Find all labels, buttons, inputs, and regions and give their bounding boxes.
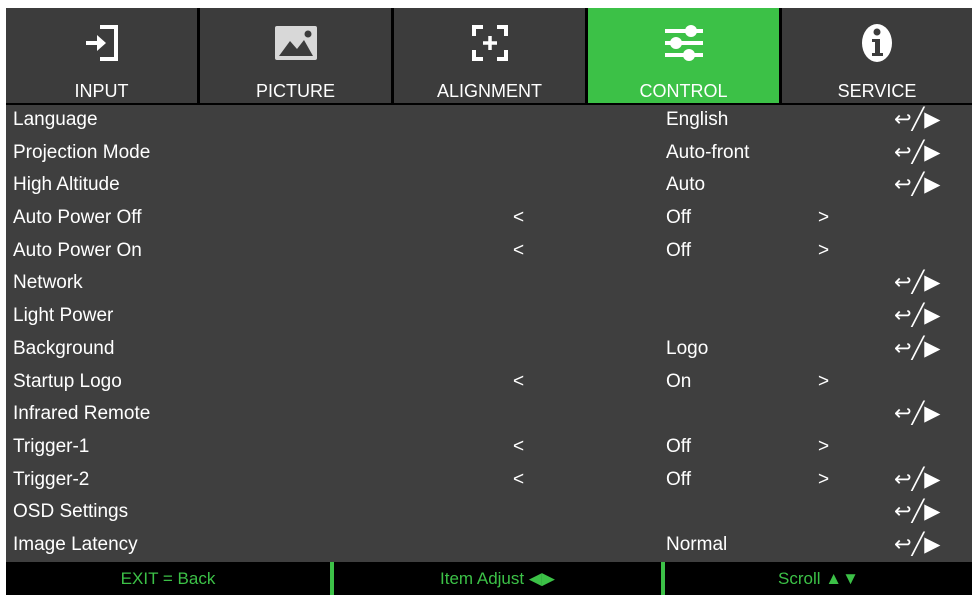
menu-list: Language English ↩╱▶ Projection Mode Aut… — [6, 105, 972, 562]
right-arrow[interactable]: > — [818, 436, 829, 458]
menu-row-high-altitude[interactable]: High Altitude Auto ↩╱▶ — [6, 170, 972, 203]
alignment-icon — [394, 22, 585, 64]
left-arrow[interactable]: < — [513, 240, 524, 262]
enter-icon[interactable]: ↩╱▶ — [894, 140, 940, 165]
menu-row-trigger-1[interactable]: Trigger-1 < Off > — [6, 432, 972, 465]
row-label: Trigger-2 — [13, 468, 90, 490]
row-value: Logo — [666, 337, 709, 359]
row-label: Background — [13, 337, 115, 359]
menu-row-infrared-remote[interactable]: Infrared Remote ↩╱▶ — [6, 399, 972, 432]
row-value: Off — [666, 207, 691, 229]
row-label: High Altitude — [13, 174, 120, 196]
menu-row-projection-mode[interactable]: Projection Mode Auto-front ↩╱▶ — [6, 138, 972, 171]
enter-icon[interactable]: ↩╱▶ — [894, 467, 940, 492]
input-icon — [6, 22, 197, 64]
enter-icon[interactable]: ↩╱▶ — [894, 532, 940, 557]
left-arrow[interactable]: < — [513, 207, 524, 229]
row-value: Normal — [666, 533, 728, 555]
menu-row-osd-settings[interactable]: OSD Settings ↩╱▶ — [6, 497, 972, 530]
tab-picture-label: PICTURE — [255, 81, 335, 101]
row-value: English — [666, 109, 729, 130]
enter-icon[interactable]: ↩╱▶ — [894, 401, 940, 426]
left-arrow[interactable]: < — [513, 371, 524, 393]
tab-bar: INPUT PICTURE ALIGNMENT CONTROL SERVICE — [6, 8, 972, 103]
row-label: Trigger-1 — [13, 435, 90, 457]
picture-icon — [200, 22, 391, 64]
row-value: On — [666, 370, 692, 392]
menu-row-startup-logo[interactable]: Startup Logo < On > — [6, 367, 972, 400]
enter-icon[interactable]: ↩╱▶ — [894, 270, 940, 295]
osd-menu: INPUT PICTURE ALIGNMENT CONTROL SERVICE … — [6, 8, 972, 595]
menu-row-language[interactable]: Language English ↩╱▶ — [6, 105, 972, 138]
menu-row-network[interactable]: Network ↩╱▶ — [6, 268, 972, 301]
menu-row-auto-power-off[interactable]: Auto Power Off < Off > — [6, 203, 972, 236]
tab-input-label: INPUT — [74, 81, 129, 101]
row-label: Infrared Remote — [13, 403, 151, 425]
footer-exit-hint: EXIT = Back — [120, 569, 216, 588]
menu-row-trigger-2[interactable]: Trigger-2 < Off > ↩╱▶ — [6, 465, 972, 498]
tab-alignment[interactable]: ALIGNMENT — [394, 8, 585, 103]
enter-icon[interactable]: ↩╱▶ — [894, 303, 940, 328]
right-arrow[interactable]: > — [818, 207, 829, 229]
right-arrow[interactable]: > — [818, 371, 829, 393]
left-arrow[interactable]: < — [513, 469, 524, 491]
right-arrow[interactable]: > — [818, 240, 829, 262]
enter-icon[interactable]: ↩╱▶ — [894, 172, 940, 197]
right-arrow[interactable]: > — [818, 469, 829, 491]
row-label: OSD Settings — [13, 501, 129, 523]
enter-icon[interactable]: ↩╱▶ — [894, 499, 940, 524]
tab-control-label: CONTROL — [639, 81, 728, 101]
tab-alignment-label: ALIGNMENT — [436, 81, 542, 101]
row-label: Image Latency — [13, 533, 138, 555]
menu-row-light-power[interactable]: Light Power ↩╱▶ — [6, 301, 972, 334]
row-label: Language — [13, 109, 98, 130]
menu-row-background[interactable]: Background Logo ↩╱▶ — [6, 334, 972, 367]
row-value: Off — [666, 239, 691, 261]
menu-row-image-latency[interactable]: Image Latency Normal ↩╱▶ — [6, 530, 972, 563]
row-value: Off — [666, 468, 691, 490]
footer-adjust-hint: Item Adjust ◀▶ — [440, 569, 555, 588]
tab-input[interactable]: INPUT — [6, 8, 197, 103]
footer-hint-bar: EXIT = Back Item Adjust ◀▶ Scroll ▲▼ — [6, 562, 972, 595]
row-label: Auto Power On — [13, 239, 142, 261]
sliders-icon — [588, 22, 779, 64]
row-label: Projection Mode — [13, 141, 151, 163]
menu-row-auto-power-on[interactable]: Auto Power On < Off > — [6, 236, 972, 269]
info-icon — [782, 22, 972, 64]
tab-service-label: SERVICE — [837, 81, 917, 101]
row-label: Startup Logo — [13, 370, 122, 392]
left-arrow[interactable]: < — [513, 436, 524, 458]
footer-scroll-hint: Scroll ▲▼ — [778, 569, 859, 588]
row-value: Auto-front — [666, 141, 750, 163]
enter-icon[interactable]: ↩╱▶ — [894, 336, 940, 361]
row-value: Auto — [666, 174, 706, 196]
row-label: Network — [13, 272, 83, 294]
row-label: Auto Power Off — [13, 207, 142, 229]
enter-icon[interactable]: ↩╱▶ — [894, 107, 940, 132]
row-label: Light Power — [13, 305, 114, 327]
tab-service[interactable]: SERVICE — [782, 8, 972, 103]
tab-picture[interactable]: PICTURE — [200, 8, 391, 103]
row-value: Off — [666, 435, 691, 457]
tab-control[interactable]: CONTROL — [588, 8, 779, 103]
